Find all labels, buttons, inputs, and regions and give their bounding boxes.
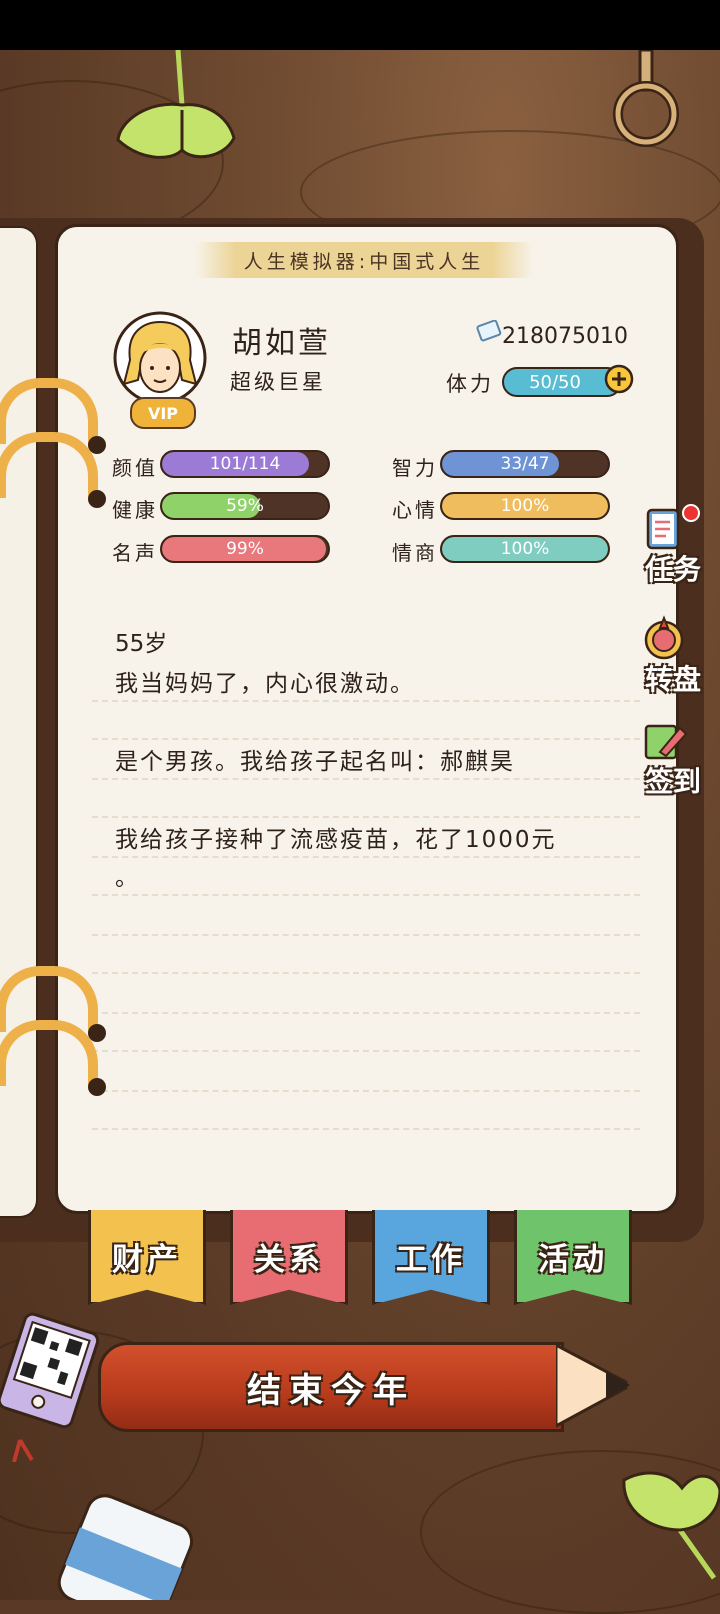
hanging-ring-decoration	[613, 50, 679, 147]
stat-label-intelligence: 智力	[392, 456, 438, 480]
stat-value-mood: 100%	[500, 496, 550, 516]
pencil-note-icon	[644, 724, 688, 760]
tab-assets-label: 财产	[112, 1241, 182, 1278]
stat-bar-intelligence: 33/47	[440, 450, 610, 478]
tab-activities-label: 活动	[538, 1241, 608, 1278]
checkin-button[interactable]: 签到	[640, 716, 706, 800]
stat-bar-looks: 101/114	[160, 450, 330, 478]
stat-value-looks: 101/114	[209, 454, 281, 474]
app-title: 人生模拟器:中国式人生	[243, 250, 485, 273]
ginkgo-leaf-decoration	[622, 1471, 720, 1580]
log-age: 55岁	[115, 631, 168, 657]
tab-work-label: 工作	[396, 1241, 466, 1278]
player-occupation: 超级巨星	[230, 370, 326, 394]
stat-label-looks: 颜值	[112, 456, 158, 480]
stat-value-eq: 100%	[500, 539, 550, 559]
add-stamina-button[interactable]	[604, 364, 634, 394]
end-year-label: 结束今年	[247, 1370, 415, 1411]
end-year-button[interactable]: 结束今年	[98, 1342, 564, 1432]
eraser-decoration	[57, 1494, 194, 1600]
status-bar	[0, 0, 720, 50]
stat-label-health: 健康	[112, 498, 158, 522]
player-name: 胡如萱	[232, 326, 331, 361]
stat-label-fame: 名声	[112, 541, 158, 565]
stat-bar-health: 59%	[160, 492, 330, 520]
stat-bar-eq: 100%	[440, 535, 610, 563]
tasks-button[interactable]: 任务	[640, 504, 706, 588]
stat-bar-mood: 100%	[440, 492, 610, 520]
stat-value-intelligence: 33/47	[500, 454, 550, 474]
notification-dot	[682, 504, 700, 522]
stat-bar-fame: 99%	[160, 535, 330, 563]
stat-label-eq: 情商	[392, 541, 438, 565]
money-amount: 218075010	[502, 324, 628, 349]
log-entry: 。	[115, 865, 140, 891]
stat-value-health: 59%	[226, 496, 264, 516]
stamina-value: 50/50	[529, 371, 581, 393]
pencil-tip-decoration	[556, 1343, 630, 1428]
checkin-label: 签到	[644, 765, 701, 798]
wheel-button[interactable]: 转盘	[640, 614, 706, 698]
tab-relations-label: 关系	[254, 1241, 324, 1278]
money-ticket-icon	[476, 320, 502, 342]
app-title-banner: 人生模拟器:中国式人生	[195, 242, 533, 278]
ginkgo-leaf-decoration	[116, 50, 236, 159]
stamina-label: 体力	[446, 372, 494, 396]
log-entry: 我当妈妈了，内心很激动。	[115, 671, 415, 697]
log-entry: 是个男孩。我给孩子起名叫：郝麒昊	[115, 749, 515, 775]
qr-code-tag[interactable]	[0, 1312, 100, 1462]
avatar[interactable]	[112, 310, 208, 406]
tasks-label: 任务	[644, 553, 701, 586]
clipboard-icon	[646, 508, 680, 550]
log-entry: 我给孩子接种了流感疫苗，花了1000元	[115, 827, 557, 853]
wheel-label: 转盘	[644, 663, 701, 696]
stat-value-fame: 99%	[226, 539, 264, 559]
vip-badge[interactable]: VIP	[130, 397, 196, 429]
stat-label-mood: 心情	[392, 498, 438, 522]
spin-wheel-icon	[644, 615, 684, 660]
